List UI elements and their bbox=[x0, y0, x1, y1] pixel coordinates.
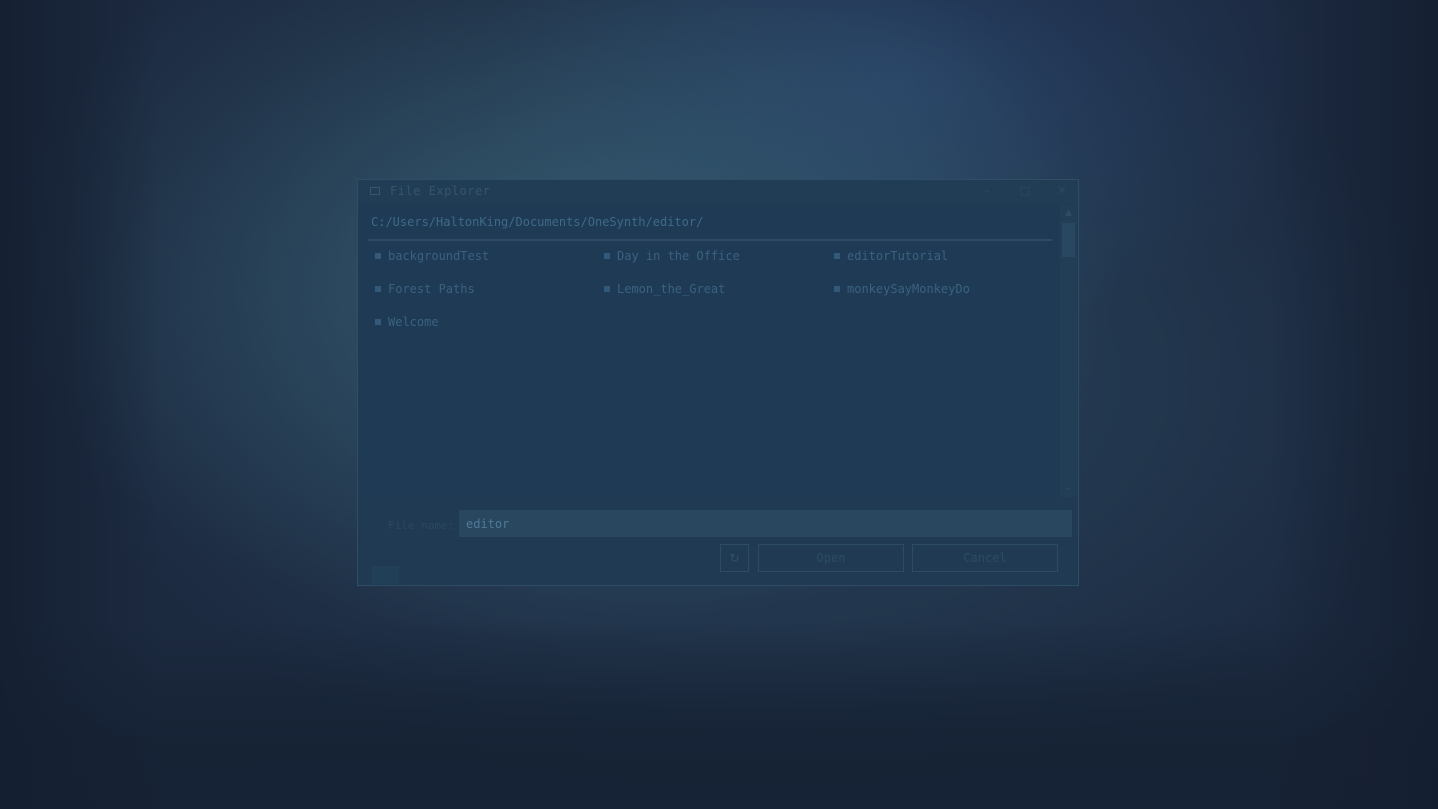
open-button[interactable]: Open bbox=[758, 544, 904, 572]
minimize-icon[interactable]: – bbox=[980, 184, 994, 198]
cancel-button[interactable]: Cancel bbox=[912, 544, 1058, 572]
dialog-footer: File name: ↻ Open Cancel bbox=[358, 498, 1078, 585]
maximize-icon[interactable]: □ bbox=[1018, 184, 1032, 198]
file-icon bbox=[375, 253, 381, 259]
file-item[interactable]: editorTutorial bbox=[834, 249, 948, 267]
filename-label: File name: bbox=[388, 519, 455, 532]
folder-icon bbox=[372, 566, 399, 584]
file-icon bbox=[834, 253, 840, 259]
path-divider bbox=[368, 239, 1052, 241]
file-icon bbox=[604, 253, 610, 259]
file-item-label: backgroundTest bbox=[388, 249, 490, 263]
file-item-label: Lemon_the_Great bbox=[617, 282, 726, 296]
desktop-background: File Explorer – □ ✕ C:/Users/HaltonKing/… bbox=[0, 0, 1438, 809]
file-item-label: Forest Paths bbox=[388, 282, 475, 296]
scroll-thumb[interactable] bbox=[1062, 223, 1075, 257]
title-bar[interactable]: File Explorer – □ ✕ bbox=[358, 180, 1078, 204]
vertical-scrollbar[interactable]: ▲ ⌄ bbox=[1060, 205, 1077, 497]
current-path: C:/Users/HaltonKing/Documents/OneSynth/e… bbox=[371, 215, 704, 229]
file-item[interactable]: Day in the Office bbox=[604, 249, 740, 267]
refresh-button[interactable]: ↻ bbox=[720, 544, 749, 572]
file-item[interactable]: Lemon_the_Great bbox=[604, 282, 725, 300]
window-title: File Explorer bbox=[390, 184, 491, 198]
filename-input[interactable] bbox=[459, 510, 1072, 537]
file-item-label: Welcome bbox=[388, 315, 439, 329]
file-item-label: monkeySayMonkeyDo bbox=[847, 282, 970, 296]
file-item[interactable]: backgroundTest bbox=[375, 249, 489, 267]
scroll-up-icon[interactable]: ▲ bbox=[1060, 205, 1077, 221]
file-item-label: Day in the Office bbox=[617, 249, 740, 263]
file-item-label: editorTutorial bbox=[847, 249, 949, 263]
file-item[interactable]: Welcome bbox=[375, 315, 439, 333]
file-item[interactable]: monkeySayMonkeyDo bbox=[834, 282, 970, 300]
file-item[interactable]: Forest Paths bbox=[375, 282, 475, 300]
file-icon bbox=[375, 319, 381, 325]
scroll-down-icon[interactable]: ⌄ bbox=[1060, 480, 1077, 496]
file-icon bbox=[375, 286, 381, 292]
file-list: C:/Users/HaltonKing/Documents/OneSynth/e… bbox=[360, 205, 1059, 497]
file-explorer-dialog: File Explorer – □ ✕ C:/Users/HaltonKing/… bbox=[357, 179, 1079, 586]
folder-icon bbox=[370, 187, 380, 195]
file-icon bbox=[604, 286, 610, 292]
file-icon bbox=[834, 286, 840, 292]
close-icon[interactable]: ✕ bbox=[1055, 184, 1069, 198]
refresh-icon: ↻ bbox=[729, 551, 740, 565]
